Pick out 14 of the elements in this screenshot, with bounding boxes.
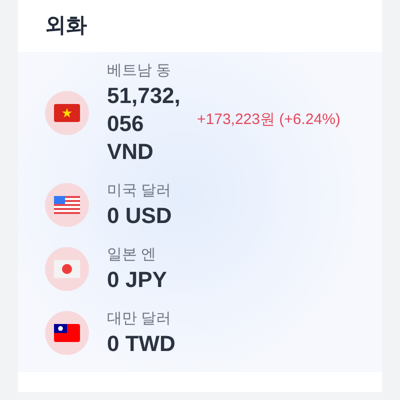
dot-flag-icon — [54, 260, 80, 278]
section-title: 외화 — [45, 13, 87, 40]
currency-amount: 51,732,056 VND — [107, 82, 182, 166]
striped-flag-icon — [54, 196, 80, 214]
currency-name: 베트남 동 — [107, 61, 172, 81]
currency-amount: 0 USD — [107, 202, 173, 230]
currency-amount: 0 JPY — [107, 266, 168, 294]
currency-amount: 0 TWD — [107, 330, 176, 358]
change-amount: +173,223원 (+6.24%) — [197, 110, 340, 130]
sun-flag-icon — [54, 324, 80, 342]
currency-name: 대만 달러 — [107, 309, 172, 329]
star-flag-icon — [54, 104, 80, 122]
currency-name: 일본 엔 — [107, 245, 158, 265]
currency-name: 미국 달러 — [107, 181, 172, 201]
